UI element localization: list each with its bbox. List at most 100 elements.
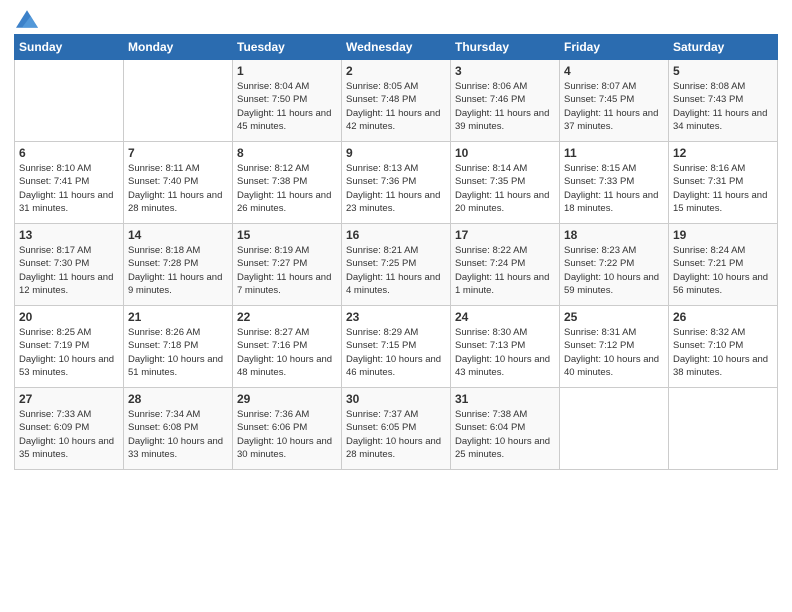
day-info: Sunrise: 7:34 AM Sunset: 6:08 PM Dayligh… bbox=[128, 408, 228, 461]
page-container: SundayMondayTuesdayWednesdayThursdayFrid… bbox=[0, 0, 792, 480]
column-header-wednesday: Wednesday bbox=[342, 35, 451, 60]
calendar-cell: 5 Sunrise: 8:08 AM Sunset: 7:43 PM Daylig… bbox=[669, 60, 778, 142]
page-header bbox=[14, 10, 778, 28]
day-number: 29 bbox=[237, 392, 337, 406]
calendar-cell: 7 Sunrise: 8:11 AM Sunset: 7:40 PM Daylig… bbox=[124, 142, 233, 224]
day-info: Sunrise: 8:13 AM Sunset: 7:36 PM Dayligh… bbox=[346, 162, 446, 215]
day-number: 15 bbox=[237, 228, 337, 242]
day-number: 28 bbox=[128, 392, 228, 406]
calendar-week-row: 20Sunrise: 8:25 AM Sunset: 7:19 PM Dayli… bbox=[15, 306, 778, 388]
day-info: Sunrise: 7:37 AM Sunset: 6:05 PM Dayligh… bbox=[346, 408, 446, 461]
day-info: Sunrise: 8:07 AM Sunset: 7:45 PM Dayligh… bbox=[564, 80, 664, 133]
day-info: Sunrise: 8:10 AM Sunset: 7:41 PM Dayligh… bbox=[19, 162, 119, 215]
calendar-cell: 17 Sunrise: 8:22 AM Sunset: 7:24 PM Dayli… bbox=[451, 224, 560, 306]
day-info: Sunrise: 8:23 AM Sunset: 7:22 PM Dayligh… bbox=[564, 244, 664, 297]
calendar-cell bbox=[669, 388, 778, 470]
logo-icon bbox=[16, 10, 38, 28]
calendar-cell bbox=[124, 60, 233, 142]
day-info: Sunrise: 8:27 AM Sunset: 7:16 PM Dayligh… bbox=[237, 326, 337, 379]
calendar-cell: 23 Sunrise: 8:29 AM Sunset: 7:15 PM Dayli… bbox=[342, 306, 451, 388]
column-header-thursday: Thursday bbox=[451, 35, 560, 60]
calendar-cell: 21Sunrise: 8:26 AM Sunset: 7:18 PM Dayli… bbox=[124, 306, 233, 388]
calendar-cell: 28 Sunrise: 7:34 AM Sunset: 6:08 PM Dayli… bbox=[124, 388, 233, 470]
day-number: 13 bbox=[19, 228, 119, 242]
day-info: Sunrise: 8:05 AM Sunset: 7:48 PM Dayligh… bbox=[346, 80, 446, 133]
day-number: 9 bbox=[346, 146, 446, 160]
calendar-cell: 9 Sunrise: 8:13 AM Sunset: 7:36 PM Daylig… bbox=[342, 142, 451, 224]
day-info: Sunrise: 8:21 AM Sunset: 7:25 PM Dayligh… bbox=[346, 244, 446, 297]
day-number: 11 bbox=[564, 146, 664, 160]
day-info: Sunrise: 8:15 AM Sunset: 7:33 PM Dayligh… bbox=[564, 162, 664, 215]
calendar-cell: 11 Sunrise: 8:15 AM Sunset: 7:33 PM Dayli… bbox=[560, 142, 669, 224]
calendar-cell: 4 Sunrise: 8:07 AM Sunset: 7:45 PM Daylig… bbox=[560, 60, 669, 142]
calendar-header-row: SundayMondayTuesdayWednesdayThursdayFrid… bbox=[15, 35, 778, 60]
day-number: 25 bbox=[564, 310, 664, 324]
day-number: 23 bbox=[346, 310, 446, 324]
day-number: 19 bbox=[673, 228, 773, 242]
day-info: Sunrise: 7:38 AM Sunset: 6:04 PM Dayligh… bbox=[455, 408, 555, 461]
day-info: Sunrise: 8:29 AM Sunset: 7:15 PM Dayligh… bbox=[346, 326, 446, 379]
calendar-cell: 2 Sunrise: 8:05 AM Sunset: 7:48 PM Daylig… bbox=[342, 60, 451, 142]
calendar-week-row: 1 Sunrise: 8:04 AM Sunset: 7:50 PM Daylig… bbox=[15, 60, 778, 142]
day-info: Sunrise: 8:32 AM Sunset: 7:10 PM Dayligh… bbox=[673, 326, 773, 379]
day-info: Sunrise: 8:17 AM Sunset: 7:30 PM Dayligh… bbox=[19, 244, 119, 297]
day-info: Sunrise: 8:22 AM Sunset: 7:24 PM Dayligh… bbox=[455, 244, 555, 297]
calendar-week-row: 6 Sunrise: 8:10 AM Sunset: 7:41 PM Daylig… bbox=[15, 142, 778, 224]
day-number: 27 bbox=[19, 392, 119, 406]
day-number: 6 bbox=[19, 146, 119, 160]
day-info: Sunrise: 8:16 AM Sunset: 7:31 PM Dayligh… bbox=[673, 162, 773, 215]
day-info: Sunrise: 8:06 AM Sunset: 7:46 PM Dayligh… bbox=[455, 80, 555, 133]
day-number: 8 bbox=[237, 146, 337, 160]
day-number: 5 bbox=[673, 64, 773, 78]
day-number: 14 bbox=[128, 228, 228, 242]
day-number: 10 bbox=[455, 146, 555, 160]
day-number: 4 bbox=[564, 64, 664, 78]
calendar-cell: 1 Sunrise: 8:04 AM Sunset: 7:50 PM Daylig… bbox=[233, 60, 342, 142]
calendar-cell: 14 Sunrise: 8:18 AM Sunset: 7:28 PM Dayli… bbox=[124, 224, 233, 306]
calendar-cell: 22 Sunrise: 8:27 AM Sunset: 7:16 PM Dayli… bbox=[233, 306, 342, 388]
day-number: 2 bbox=[346, 64, 446, 78]
calendar-cell bbox=[560, 388, 669, 470]
calendar-cell: 30 Sunrise: 7:37 AM Sunset: 6:05 PM Dayli… bbox=[342, 388, 451, 470]
calendar-cell: 8 Sunrise: 8:12 AM Sunset: 7:38 PM Daylig… bbox=[233, 142, 342, 224]
calendar-cell: 16 Sunrise: 8:21 AM Sunset: 7:25 PM Dayli… bbox=[342, 224, 451, 306]
calendar-cell: 27Sunrise: 7:33 AM Sunset: 6:09 PM Dayli… bbox=[15, 388, 124, 470]
day-info: Sunrise: 8:30 AM Sunset: 7:13 PM Dayligh… bbox=[455, 326, 555, 379]
day-info: Sunrise: 8:18 AM Sunset: 7:28 PM Dayligh… bbox=[128, 244, 228, 297]
day-info: Sunrise: 8:12 AM Sunset: 7:38 PM Dayligh… bbox=[237, 162, 337, 215]
day-number: 26 bbox=[673, 310, 773, 324]
day-number: 24 bbox=[455, 310, 555, 324]
day-number: 31 bbox=[455, 392, 555, 406]
logo bbox=[14, 10, 38, 28]
calendar-cell: 3 Sunrise: 8:06 AM Sunset: 7:46 PM Daylig… bbox=[451, 60, 560, 142]
column-header-friday: Friday bbox=[560, 35, 669, 60]
column-header-tuesday: Tuesday bbox=[233, 35, 342, 60]
calendar-cell: 24 Sunrise: 8:30 AM Sunset: 7:13 PM Dayli… bbox=[451, 306, 560, 388]
calendar-week-row: 27Sunrise: 7:33 AM Sunset: 6:09 PM Dayli… bbox=[15, 388, 778, 470]
day-number: 30 bbox=[346, 392, 446, 406]
calendar-week-row: 13 Sunrise: 8:17 AM Sunset: 7:30 PM Dayli… bbox=[15, 224, 778, 306]
day-number: 20 bbox=[19, 310, 119, 324]
day-number: 22 bbox=[237, 310, 337, 324]
column-header-sunday: Sunday bbox=[15, 35, 124, 60]
calendar-cell bbox=[15, 60, 124, 142]
calendar-cell: 12Sunrise: 8:16 AM Sunset: 7:31 PM Dayli… bbox=[669, 142, 778, 224]
calendar-cell: 31 Sunrise: 7:38 AM Sunset: 6:04 PM Dayli… bbox=[451, 388, 560, 470]
day-number: 1 bbox=[237, 64, 337, 78]
column-header-monday: Monday bbox=[124, 35, 233, 60]
calendar-cell: 29Sunrise: 7:36 AM Sunset: 6:06 PM Dayli… bbox=[233, 388, 342, 470]
day-info: Sunrise: 8:24 AM Sunset: 7:21 PM Dayligh… bbox=[673, 244, 773, 297]
day-number: 16 bbox=[346, 228, 446, 242]
calendar-cell: 18Sunrise: 8:23 AM Sunset: 7:22 PM Dayli… bbox=[560, 224, 669, 306]
calendar-cell: 15 Sunrise: 8:19 AM Sunset: 7:27 PM Dayli… bbox=[233, 224, 342, 306]
day-info: Sunrise: 8:04 AM Sunset: 7:50 PM Dayligh… bbox=[237, 80, 337, 133]
day-info: Sunrise: 8:19 AM Sunset: 7:27 PM Dayligh… bbox=[237, 244, 337, 297]
day-number: 17 bbox=[455, 228, 555, 242]
day-info: Sunrise: 8:11 AM Sunset: 7:40 PM Dayligh… bbox=[128, 162, 228, 215]
day-number: 3 bbox=[455, 64, 555, 78]
day-info: Sunrise: 8:08 AM Sunset: 7:43 PM Dayligh… bbox=[673, 80, 773, 133]
day-number: 21 bbox=[128, 310, 228, 324]
day-number: 7 bbox=[128, 146, 228, 160]
column-header-saturday: Saturday bbox=[669, 35, 778, 60]
calendar-table: SundayMondayTuesdayWednesdayThursdayFrid… bbox=[14, 34, 778, 470]
